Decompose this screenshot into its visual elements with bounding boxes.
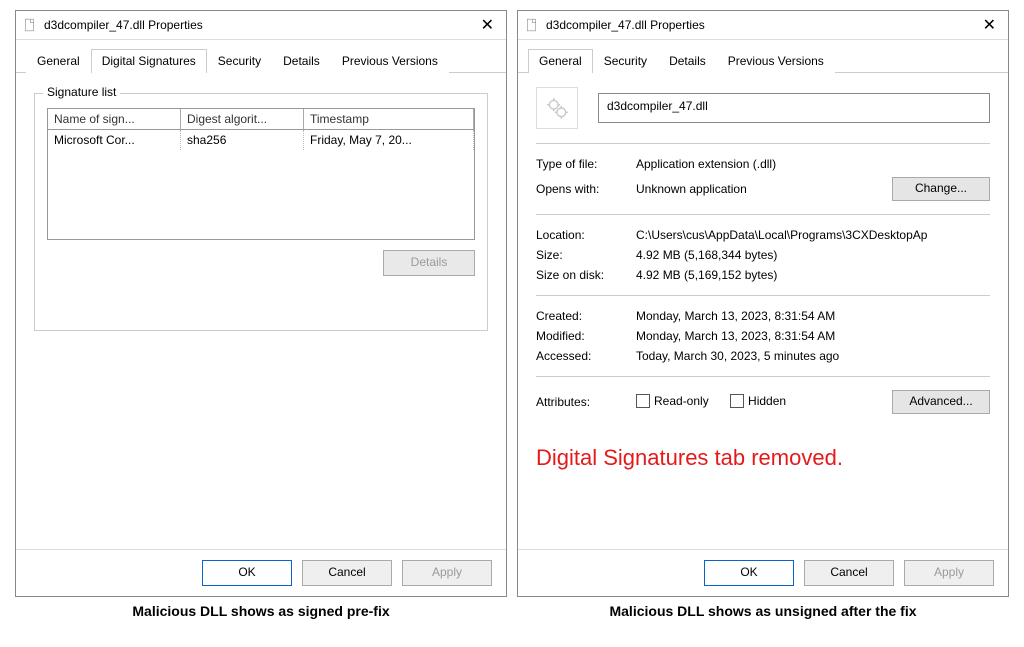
tab-security[interactable]: Security <box>593 49 658 73</box>
apply-button[interactable]: Apply <box>402 560 492 586</box>
value-sod: 4.92 MB (5,169,152 bytes) <box>636 268 990 282</box>
filetype-icon <box>536 87 578 129</box>
properties-dialog-left: d3dcompiler_47.dll Properties ✕ General … <box>15 10 507 597</box>
dialog-footer: OK Cancel Apply <box>16 549 506 596</box>
label-modified: Modified: <box>536 329 636 343</box>
hidden-checkbox[interactable]: Hidden <box>730 394 786 408</box>
sig-timestamp: Friday, May 7, 20... <box>304 130 474 150</box>
tab-details[interactable]: Details <box>272 49 331 73</box>
tab-security[interactable]: Security <box>207 49 272 73</box>
tab-previous-versions[interactable]: Previous Versions <box>331 49 449 73</box>
label-type: Type of file: <box>536 157 636 171</box>
titlebar: d3dcompiler_47.dll Properties ✕ <box>16 11 506 40</box>
tab-content: Signature list Name of sign... Digest al… <box>16 73 506 549</box>
readonly-checkbox[interactable]: Read-only <box>636 394 709 408</box>
signature-list-group: Signature list Name of sign... Digest al… <box>34 93 488 331</box>
col-timestamp[interactable]: Timestamp <box>304 109 474 129</box>
filename-field[interactable]: d3dcompiler_47.dll <box>598 93 990 123</box>
value-accessed: Today, March 30, 2023, 5 minutes ago <box>636 349 990 363</box>
value-modified: Monday, March 13, 2023, 8:31:54 AM <box>636 329 990 343</box>
tab-details[interactable]: Details <box>658 49 717 73</box>
advanced-button[interactable]: Advanced... <box>892 390 990 414</box>
tab-digital-signatures[interactable]: Digital Signatures <box>91 49 207 73</box>
close-icon[interactable]: ✕ <box>977 15 1002 35</box>
sig-digest: sha256 <box>181 130 304 150</box>
tab-bar: General Digital Signatures Security Deta… <box>16 40 506 73</box>
details-button[interactable]: Details <box>383 250 475 276</box>
signature-list-legend: Signature list <box>43 85 120 99</box>
value-size: 4.92 MB (5,168,344 bytes) <box>636 248 990 262</box>
close-icon[interactable]: ✕ <box>475 15 500 35</box>
signature-list-header: Name of sign... Digest algorit... Timest… <box>48 109 474 130</box>
file-icon <box>22 17 38 33</box>
label-location: Location: <box>536 228 636 242</box>
value-type: Application extension (.dll) <box>636 157 990 171</box>
value-location: C:\Users\cus\AppData\Local\Programs\3CXD… <box>636 228 990 242</box>
sig-name: Microsoft Cor... <box>48 130 181 150</box>
cancel-button[interactable]: Cancel <box>804 560 894 586</box>
change-button[interactable]: Change... <box>892 177 990 201</box>
annotation-text: Digital Signatures tab removed. <box>536 427 990 471</box>
tab-content: d3dcompiler_47.dll Type of file: Applica… <box>518 73 1008 549</box>
caption-left: Malicious DLL shows as signed pre-fix <box>132 597 389 619</box>
signature-list[interactable]: Name of sign... Digest algorit... Timest… <box>47 108 475 240</box>
window-title: d3dcompiler_47.dll Properties <box>44 18 469 32</box>
hidden-label: Hidden <box>748 394 786 408</box>
value-created: Monday, March 13, 2023, 8:31:54 AM <box>636 309 990 323</box>
readonly-label: Read-only <box>654 394 709 408</box>
label-size: Size: <box>536 248 636 262</box>
label-sod: Size on disk: <box>536 268 636 282</box>
ok-button[interactable]: OK <box>202 560 292 586</box>
tab-previous-versions[interactable]: Previous Versions <box>717 49 835 73</box>
window-title: d3dcompiler_47.dll Properties <box>546 18 971 32</box>
titlebar: d3dcompiler_47.dll Properties ✕ <box>518 11 1008 40</box>
col-name[interactable]: Name of sign... <box>48 109 181 129</box>
label-attributes: Attributes: <box>536 395 636 409</box>
tab-general[interactable]: General <box>26 49 91 73</box>
apply-button[interactable]: Apply <box>904 560 994 586</box>
signature-row[interactable]: Microsoft Cor... sha256 Friday, May 7, 2… <box>48 130 474 150</box>
tab-general[interactable]: General <box>528 49 593 73</box>
tab-bar: General Security Details Previous Versio… <box>518 40 1008 73</box>
label-accessed: Accessed: <box>536 349 636 363</box>
col-digest[interactable]: Digest algorit... <box>181 109 304 129</box>
label-opens: Opens with: <box>536 182 636 196</box>
value-opens: Unknown application <box>636 182 892 196</box>
dialog-footer: OK Cancel Apply <box>518 549 1008 596</box>
cancel-button[interactable]: Cancel <box>302 560 392 586</box>
file-icon <box>524 17 540 33</box>
caption-right: Malicious DLL shows as unsigned after th… <box>609 597 916 619</box>
label-created: Created: <box>536 309 636 323</box>
ok-button[interactable]: OK <box>704 560 794 586</box>
properties-dialog-right: d3dcompiler_47.dll Properties ✕ General … <box>517 10 1009 597</box>
